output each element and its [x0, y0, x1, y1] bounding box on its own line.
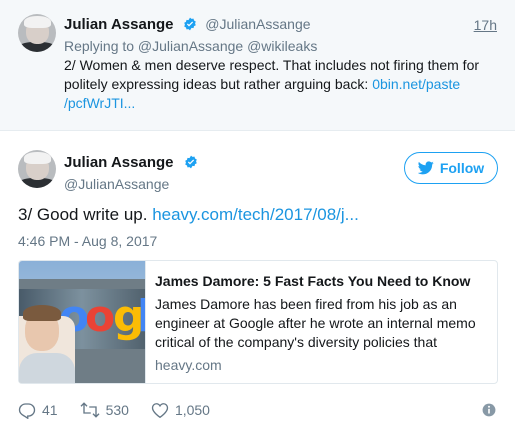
card-body: James Damore: 5 Fast Facts You Need to K… — [145, 261, 497, 383]
card-image[interactable]: o o g l — [19, 261, 145, 383]
like-count: 1,050 — [174, 402, 210, 418]
reply-count: 41 — [42, 402, 58, 418]
link-card[interactable]: o o g l James Damore: 5 Fast Facts You N… — [18, 260, 498, 384]
main-tweet-header: Julian Assange — [64, 154, 198, 172]
retweet-action[interactable]: 530 — [80, 401, 129, 419]
like-action[interactable]: 1,050 — [151, 402, 210, 419]
card-description: James Damore has been fired from his job… — [155, 296, 476, 350]
author-name[interactable]: Julian Assange — [64, 154, 173, 171]
tweet-link[interactable]: heavy.com/tech/2017/08/j... — [152, 205, 359, 224]
retweet-count: 530 — [105, 402, 129, 418]
follow-label: Follow — [439, 160, 485, 176]
author-handle[interactable]: @JulianAssange — [205, 16, 310, 32]
tweet-text-main: 3/ Good write up. — [18, 205, 153, 224]
author-name[interactable]: Julian Assange — [64, 16, 173, 33]
tweet-text: 3/ Good write up. heavy.com/tech/2017/08… — [18, 205, 359, 225]
retweet-icon — [80, 402, 100, 418]
heart-icon — [151, 402, 169, 418]
card-domain: heavy.com — [155, 357, 222, 373]
reply-action[interactable]: 41 — [18, 401, 58, 419]
avatar[interactable] — [18, 14, 56, 52]
verified-badge-icon — [184, 17, 197, 31]
twitter-bird-icon — [417, 161, 434, 175]
follow-button[interactable]: Follow — [404, 152, 498, 184]
reply-icon — [18, 403, 36, 419]
card-title[interactable]: James Damore: 5 Fast Facts You Need to K… — [155, 273, 489, 289]
replying-to: Replying to @JulianAssange @wikileaks — [64, 38, 318, 54]
tweet-actions: 41 530 1,050 — [18, 400, 232, 420]
reply-tweet[interactable]: Julian Assange @JulianAssange 17h Replyi… — [0, 0, 515, 131]
tweet-time[interactable]: 17h — [474, 17, 497, 33]
tweet-text: 2/ Women & men deserve respect. That inc… — [64, 56, 494, 113]
avatar[interactable] — [18, 150, 56, 188]
verified-badge-icon — [185, 155, 197, 169]
author-handle[interactable]: @JulianAssange — [64, 176, 169, 192]
tweet-timestamp[interactable]: 4:46 PM - Aug 8, 2017 — [18, 233, 157, 249]
info-icon[interactable] — [482, 403, 496, 417]
reply-tweet-header: Julian Assange @JulianAssange — [64, 16, 311, 33]
